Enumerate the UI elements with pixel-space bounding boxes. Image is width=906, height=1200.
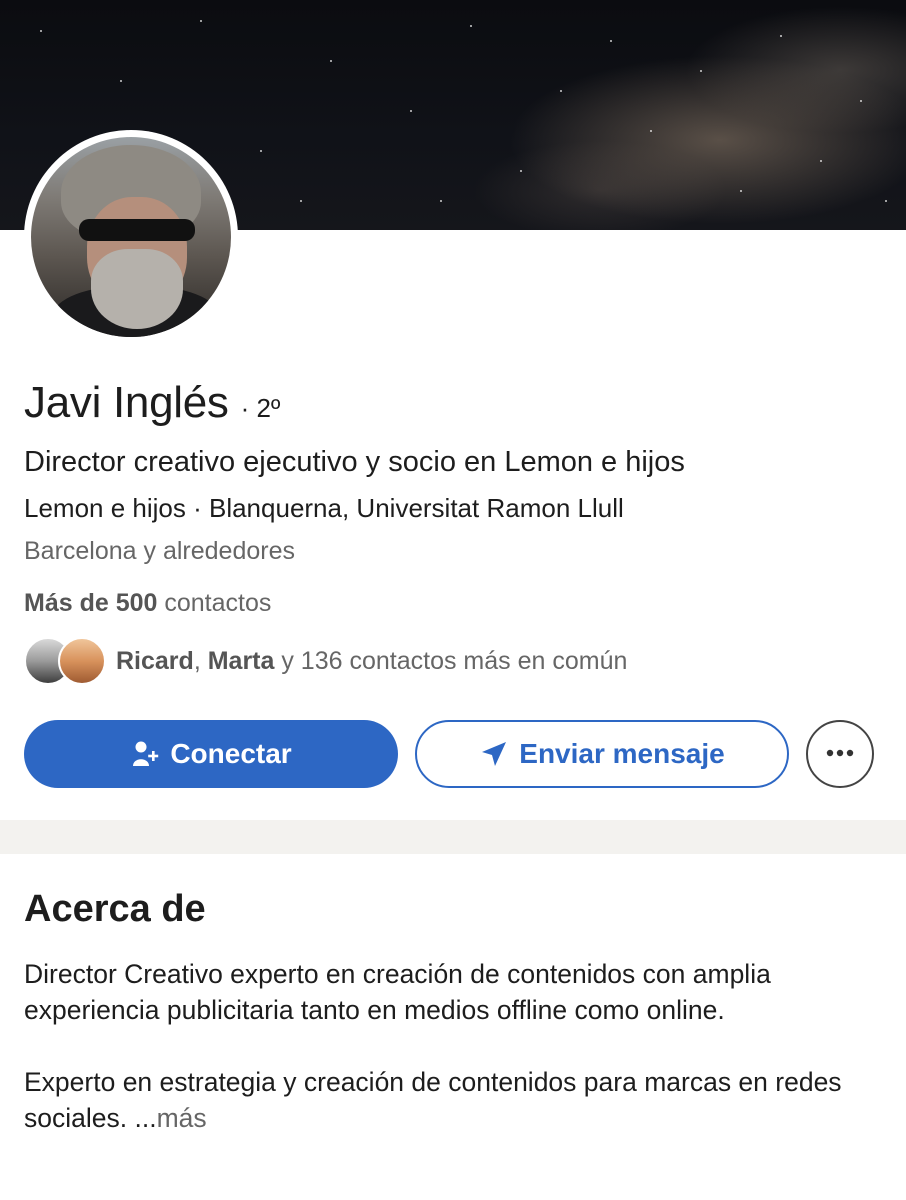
profile-photo: [31, 137, 231, 337]
contacts-number: Más de 500: [24, 589, 158, 617]
about-text: Director Creativo experto en creación de…: [24, 956, 884, 1136]
more-options-button[interactable]: [806, 720, 874, 788]
contacts-label: contactos: [164, 589, 272, 617]
profile-headline: Director creativo ejecutivo y socio en L…: [24, 446, 685, 478]
send-message-button[interactable]: Enviar mensaje: [415, 720, 789, 788]
mutual-rest: y 136 contactos más en común: [281, 646, 628, 675]
mutual-name: Marta: [207, 646, 275, 675]
about-paragraph: Director Creativo experto en creación de…: [24, 959, 771, 1025]
contacts-count[interactable]: Más de 500 contactos: [24, 589, 271, 618]
mutual-name: Ricard: [116, 646, 194, 675]
send-icon: [479, 739, 509, 769]
profile-companies: Lemon e hijos · Blanquerna, Universitat …: [24, 493, 624, 523]
more-icon: [824, 745, 856, 763]
connect-button[interactable]: Conectar: [24, 720, 398, 788]
about-title: Acerca de: [24, 888, 206, 930]
mutual-connections[interactable]: Ricard, Marta y 136 contactos más en com…: [24, 637, 627, 685]
mutual-avatar: [58, 637, 106, 685]
profile-name: Javi Inglés: [24, 378, 229, 427]
about-paragraph-2: Experto en estrategia y creación de cont…: [24, 1064, 884, 1136]
profile-avatar[interactable]: [24, 130, 238, 344]
add-person-icon: [130, 739, 160, 769]
about-paragraph-text: Experto en estrategia y creación de cont…: [24, 1067, 842, 1133]
send-message-label: Enviar mensaje: [519, 738, 725, 769]
section-divider: [0, 820, 906, 854]
connection-degree: · 2º: [240, 393, 281, 423]
profile-page: Javi Inglés · 2º Director creativo ejecu…: [0, 0, 906, 1200]
profile-location: Barcelona y alrededores: [24, 537, 295, 565]
see-more-link[interactable]: más: [157, 1103, 207, 1133]
mutual-separator: ,: [193, 646, 201, 675]
mutual-connections-text: Ricard, Marta y 136 contactos más en com…: [116, 647, 627, 676]
connect-label: Conectar: [170, 738, 292, 769]
name-row: Javi Inglés · 2º: [24, 378, 280, 428]
